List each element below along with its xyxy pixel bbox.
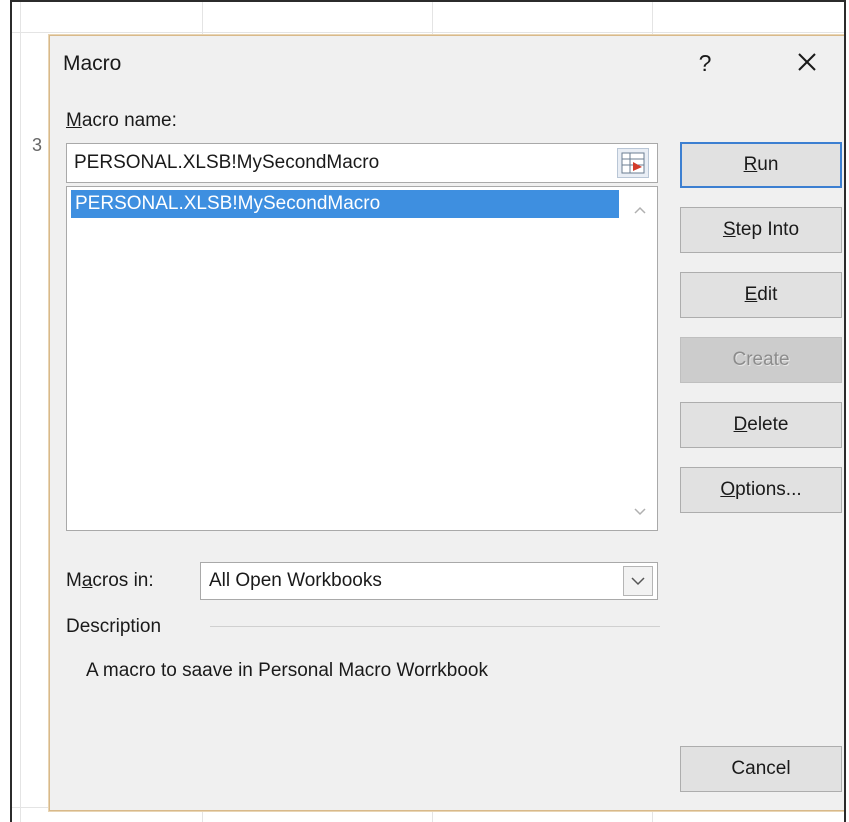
create-button[interactable]: Create <box>680 337 842 383</box>
macros-in-label: Macros in: <box>66 570 154 591</box>
macro-name-input[interactable]: PERSONAL.XLSB!MySecondMacro <box>66 143 658 183</box>
macro-dialog: Macro ? Macro name: PERSONAL.XLSB!MySeco… <box>49 35 844 811</box>
screenshot-frame: 3 Macro ? Macro name: PERSONAL.XLSB!MySe… <box>10 0 846 822</box>
collapse-dialog-icon <box>621 152 645 174</box>
step-into-button[interactable]: Step Into <box>680 207 842 253</box>
edit-button[interactable]: Edit <box>680 272 842 318</box>
grid-line <box>20 2 21 822</box>
dialog-title: Macro <box>63 52 122 75</box>
scroll-up-button[interactable] <box>627 199 653 221</box>
scroll-down-button[interactable] <box>627 501 653 523</box>
macro-list[interactable]: PERSONAL.XLSB!MySecondMacro <box>66 186 658 531</box>
close-button[interactable] <box>792 46 822 78</box>
macros-in-select[interactable]: All Open Workbooks <box>200 562 658 600</box>
description-label: Description <box>66 616 162 637</box>
chevron-down-icon <box>634 508 646 516</box>
collapse-dialog-button[interactable] <box>617 148 649 178</box>
description-divider <box>210 626 660 627</box>
close-icon <box>798 53 816 71</box>
list-item-selected[interactable]: PERSONAL.XLSB!MySecondMacro <box>71 190 619 218</box>
help-button[interactable]: ? <box>695 50 715 77</box>
description-text: A macro to saave in Personal Macro Worrk… <box>86 660 488 681</box>
cancel-button[interactable]: Cancel <box>680 746 842 792</box>
run-button[interactable]: Run <box>680 142 842 188</box>
chevron-down-icon <box>631 577 645 586</box>
delete-button[interactable]: Delete <box>680 402 842 448</box>
chevron-up-icon <box>634 206 646 214</box>
row-number-hint: 3 <box>32 135 43 155</box>
options-button[interactable]: Options... <box>680 467 842 513</box>
dropdown-button[interactable] <box>623 566 653 596</box>
grid-line <box>12 32 844 33</box>
macro-name-label: Macro name: <box>66 110 177 131</box>
macros-in-value: All Open Workbooks <box>209 570 382 591</box>
